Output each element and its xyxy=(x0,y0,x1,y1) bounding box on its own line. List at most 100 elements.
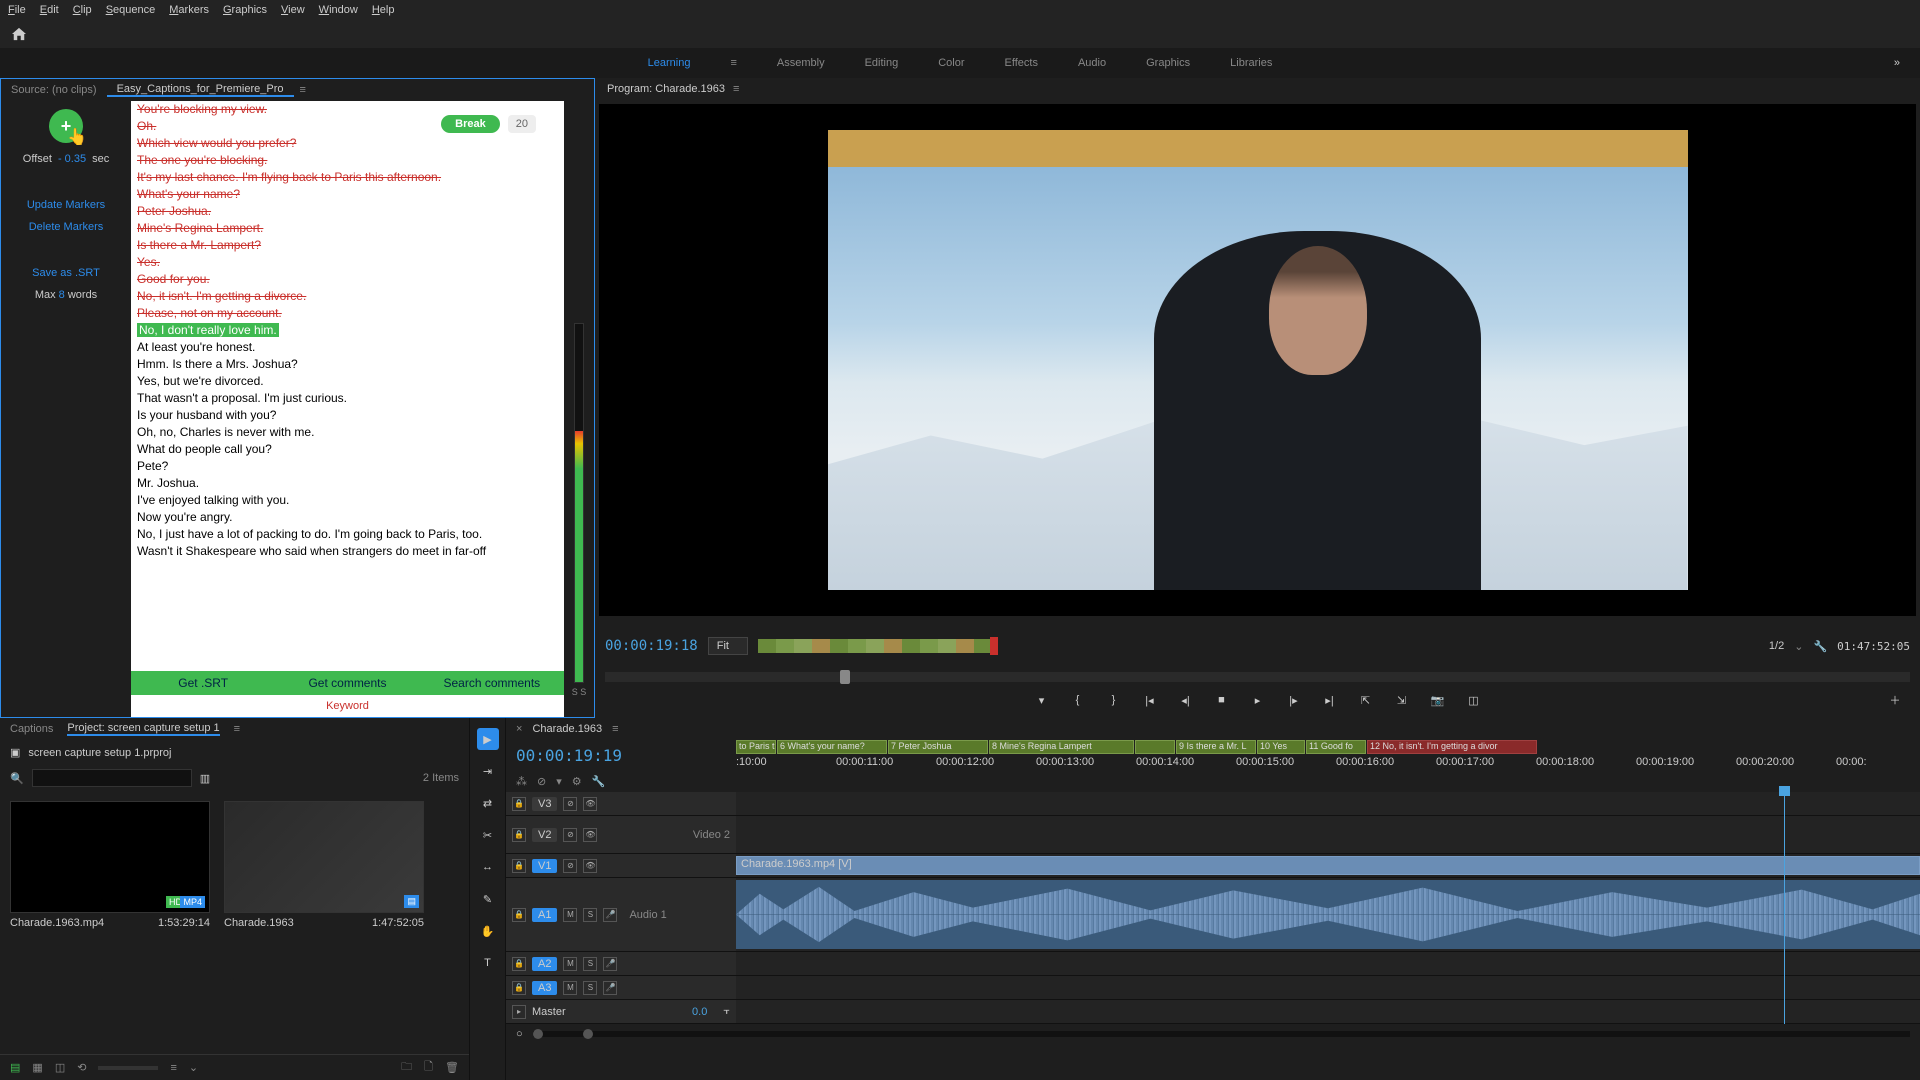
caption-line[interactable]: That wasn't a proposal. I'm just curious… xyxy=(137,390,558,407)
zoom-out-handle[interactable]: ○ xyxy=(516,1028,523,1040)
delete-icon[interactable]: 🗑 xyxy=(445,1061,459,1074)
workspace-effects[interactable]: Effects xyxy=(1005,57,1038,69)
timeline-marker[interactable]: to Paris t xyxy=(736,740,776,754)
stop-icon[interactable]: ■ xyxy=(1213,691,1231,709)
workspace-assembly[interactable]: Assembly xyxy=(777,57,825,69)
extension-tab[interactable]: Easy_Captions_for_Premiere_Pro xyxy=(107,83,294,97)
menu-file[interactable]: File xyxy=(8,4,26,16)
caption-line[interactable]: Hmm. Is there a Mrs. Joshua? xyxy=(137,356,558,373)
project-panel-tab[interactable]: Project: screen capture setup 1 xyxy=(67,722,219,736)
extract-icon[interactable]: ⇲ xyxy=(1393,691,1411,709)
program-tab-menu-icon[interactable]: ≡ xyxy=(733,83,739,95)
linked-sel-icon[interactable]: ⊘ xyxy=(537,775,546,788)
program-tab[interactable]: Program: Charade.1963 xyxy=(607,83,725,95)
caption-line[interactable]: Yes. xyxy=(137,254,558,271)
resolution-dropdown[interactable]: 1/2 xyxy=(1769,640,1784,652)
caption-line[interactable]: What's your name? xyxy=(137,186,558,203)
project-item[interactable]: HDMP4 Charade.1963.mp41:53:29:14 xyxy=(10,801,210,1044)
caption-line[interactable]: Please, not on my account. xyxy=(137,305,558,322)
keyword-input[interactable]: Keyword xyxy=(131,695,564,717)
program-timecode[interactable]: 00:00:19:18 xyxy=(605,638,698,654)
go-to-out-icon[interactable]: ▸| xyxy=(1321,691,1339,709)
menu-graphics[interactable]: Graphics xyxy=(223,4,267,16)
caption-current[interactable]: No, I don't really love him. xyxy=(137,323,279,337)
filter-bin-icon[interactable]: ▥ xyxy=(200,772,210,785)
zoom-fit-dropdown[interactable]: Fit xyxy=(708,637,748,655)
track-header-v1[interactable]: 🔒V1⊘👁 xyxy=(506,854,736,878)
list-view-icon[interactable]: ▤ xyxy=(10,1061,20,1074)
workspace-libraries[interactable]: Libraries xyxy=(1230,57,1272,69)
caption-line[interactable]: I've enjoyed talking with you. xyxy=(137,492,558,509)
comparison-icon[interactable]: ◫ xyxy=(1465,691,1483,709)
caption-line[interactable]: Peter Joshua. xyxy=(137,203,558,220)
caption-line[interactable]: Yes, but we're divorced. xyxy=(137,373,558,390)
auto-seq-icon[interactable]: ≡ xyxy=(170,1062,176,1074)
caption-line[interactable]: Oh, no, Charles is never with me. xyxy=(137,424,558,441)
workspace-audio[interactable]: Audio xyxy=(1078,57,1106,69)
sort-icon[interactable]: ⟲ xyxy=(77,1061,86,1074)
caption-line[interactable]: Wasn't it Shakespeare who said when stra… xyxy=(137,543,558,560)
sequence-tab-menu-icon[interactable]: ≡ xyxy=(612,723,618,735)
home-icon[interactable] xyxy=(12,27,28,41)
caption-line[interactable]: Mr. Joshua. xyxy=(137,475,558,492)
go-to-in-icon[interactable]: |◂ xyxy=(1141,691,1159,709)
export-frame-icon[interactable]: 📷 xyxy=(1429,691,1447,709)
close-sequence-icon[interactable]: × xyxy=(516,723,522,735)
workspace-color[interactable]: Color xyxy=(938,57,964,69)
timeline-marker[interactable]: 12 No, it isn't. I'm getting a divor xyxy=(1367,740,1537,754)
track-header-master[interactable]: ▸Master0.0⫟ xyxy=(506,1000,736,1024)
marker-icon[interactable]: ▾ xyxy=(556,775,562,788)
playhead[interactable] xyxy=(1784,792,1785,1024)
add-caption-button[interactable]: + 👆 xyxy=(49,109,83,143)
play-icon[interactable]: ▸ xyxy=(1249,691,1267,709)
track-header-v2[interactable]: 🔒V2⊘👁Video 2 xyxy=(506,816,736,854)
track-select-tool-icon[interactable]: ⇥ xyxy=(477,760,499,782)
settings-icon[interactable]: 🔧 xyxy=(1813,640,1827,653)
menu-view[interactable]: View xyxy=(281,4,305,16)
update-markers-button[interactable]: Update Markers xyxy=(27,199,105,211)
track-header-a2[interactable]: 🔒A2MS🎤 xyxy=(506,952,736,976)
zoom-scrollbar[interactable] xyxy=(533,1031,1910,1037)
caption-line[interactable]: No, it isn't. I'm getting a divorce. xyxy=(137,288,558,305)
video-clip[interactable]: Charade.1963.mp4 [V] xyxy=(736,856,1920,875)
razor-tool-icon[interactable]: ✂ xyxy=(477,824,499,846)
caption-line[interactable]: Now you're angry. xyxy=(137,509,558,526)
menu-edit[interactable]: Edit xyxy=(40,4,59,16)
step-fwd-icon[interactable]: |▸ xyxy=(1285,691,1303,709)
caption-line[interactable]: Good for you. xyxy=(137,271,558,288)
timeline-lanes[interactable]: Charade.1963.mp4 [V] xyxy=(736,792,1920,1024)
mini-timeline[interactable] xyxy=(758,639,998,653)
captions-panel-tab[interactable]: Captions xyxy=(10,723,53,735)
project-tab-menu-icon[interactable]: ≡ xyxy=(234,723,240,735)
delete-markers-button[interactable]: Delete Markers xyxy=(29,221,104,233)
caption-line[interactable]: Is your husband with you? xyxy=(137,407,558,424)
timeline-marker[interactable] xyxy=(1135,740,1175,754)
menu-clip[interactable]: Clip xyxy=(73,4,92,16)
track-header-v3[interactable]: 🔒V3⊘👁 xyxy=(506,792,736,816)
ripple-tool-icon[interactable]: ⇄ xyxy=(477,792,499,814)
step-back-icon[interactable]: ◂| xyxy=(1177,691,1195,709)
timeline-marker[interactable]: 11 Good fo xyxy=(1306,740,1366,754)
caption-line[interactable]: No, I just have a lot of packing to do. … xyxy=(137,526,558,543)
timeline-marker[interactable]: 10 Yes xyxy=(1257,740,1305,754)
get-comments-button[interactable]: Get comments xyxy=(275,671,419,695)
freeform-view-icon[interactable]: ◫ xyxy=(55,1061,65,1074)
timeline-marker[interactable]: 6 What's your name? xyxy=(777,740,887,754)
menu-sequence[interactable]: Sequence xyxy=(106,4,156,16)
timeline-marker[interactable]: 9 Is there a Mr. L xyxy=(1176,740,1256,754)
search-comments-button[interactable]: Search comments xyxy=(420,671,564,695)
mark-in-icon[interactable]: ▾ xyxy=(1033,691,1051,709)
caption-line[interactable]: What do people call you? xyxy=(137,441,558,458)
settings-icon[interactable]: ⚙ xyxy=(572,775,582,788)
mark-out-open-icon[interactable]: { xyxy=(1069,691,1087,709)
icon-view-icon[interactable]: ▦ xyxy=(32,1061,42,1074)
project-item[interactable]: ▤ Charade.19631:47:52:05 xyxy=(224,801,424,1044)
max-value[interactable]: 8 xyxy=(59,289,65,301)
timeline-marker[interactable]: 8 Mine's Regina Lampert xyxy=(989,740,1134,754)
source-tab[interactable]: Source: (no clips) xyxy=(1,84,107,96)
type-tool-icon[interactable]: T xyxy=(477,952,499,974)
track-header-a1[interactable]: 🔒A1MS🎤Audio 1 xyxy=(506,878,736,952)
find-icon[interactable]: ⌄ xyxy=(189,1061,198,1074)
time-ruler[interactable]: :10:0000:00:11:0000:00:12:0000:00:13:000… xyxy=(736,756,1920,772)
caption-line[interactable]: The one you're blocking. xyxy=(137,152,558,169)
